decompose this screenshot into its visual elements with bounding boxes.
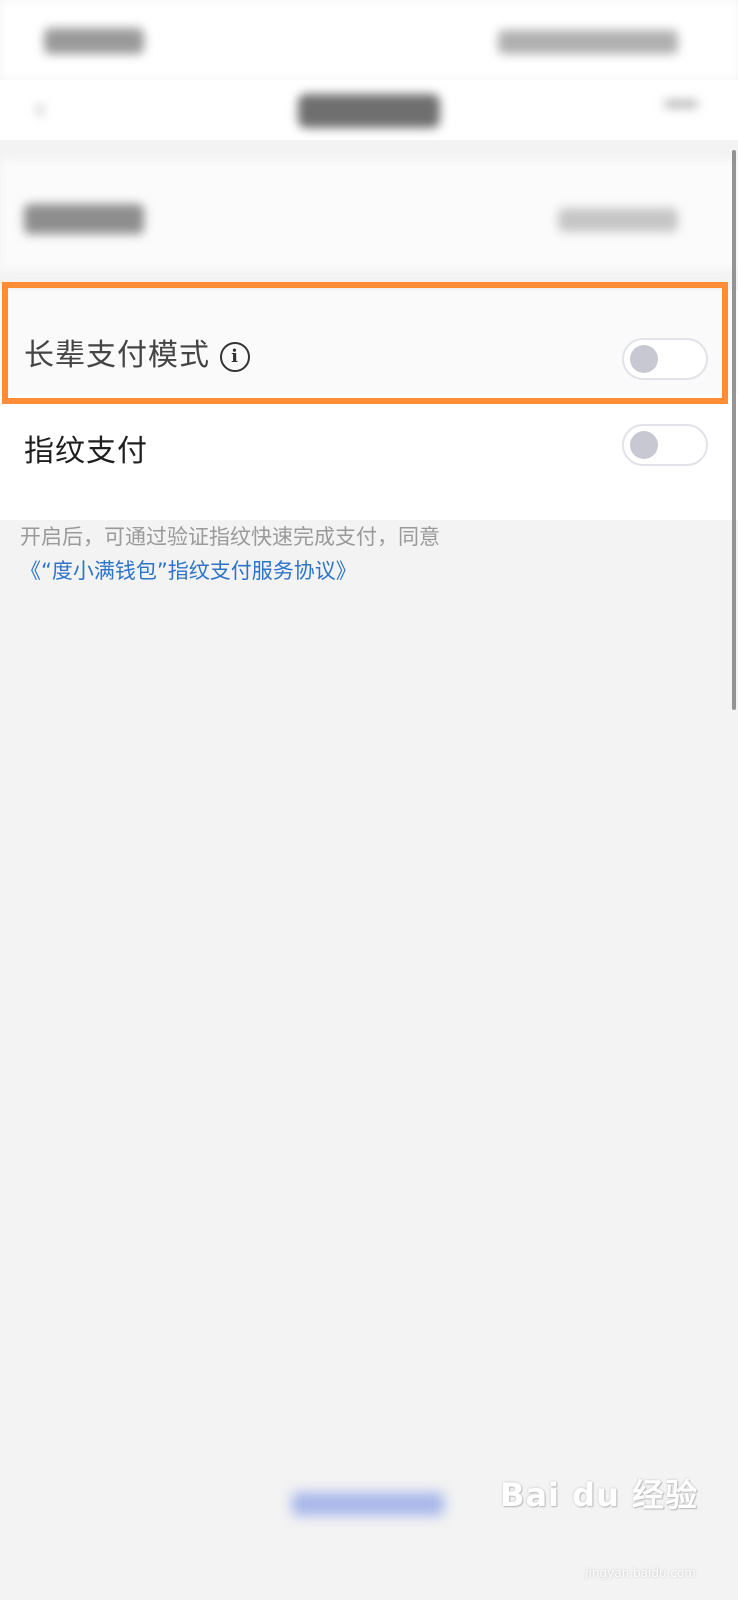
watermark-url: jingyan.baidu.com <box>585 1566 696 1580</box>
password-row-value <box>558 208 678 232</box>
more-icon[interactable] <box>664 100 698 108</box>
fingerprint-row: 指纹支付 <box>0 394 738 498</box>
highlight-box <box>2 282 728 404</box>
back-chevron-left-icon[interactable]: ‹ <box>34 95 56 125</box>
toggle-knob <box>630 431 658 459</box>
password-row-label <box>24 204 144 234</box>
status-bar <box>0 0 738 80</box>
watermark-logo: Bai du 经验 <box>500 1476 698 1514</box>
status-icons <box>498 30 678 54</box>
bottom-link[interactable] <box>292 1492 444 1516</box>
scrollbar[interactable] <box>732 150 736 710</box>
fingerprint-label: 指纹支付 <box>24 434 148 469</box>
fingerprint-hint: 开启后，可通过验证指纹快速完成支付，同意 《“度小满钱包”指纹支付服务协议》 <box>20 520 710 588</box>
password-settings-row[interactable] <box>0 160 738 270</box>
hint-text: 开启后，可通过验证指纹快速完成支付，同意 <box>20 525 440 549</box>
nav-bar: ‹ <box>0 80 738 140</box>
page-title <box>298 94 440 128</box>
fingerprint-agreement-link[interactable]: 《“度小满钱包”指纹支付服务协议》 <box>20 554 710 588</box>
fingerprint-toggle[interactable] <box>622 424 708 466</box>
status-time <box>44 28 144 54</box>
